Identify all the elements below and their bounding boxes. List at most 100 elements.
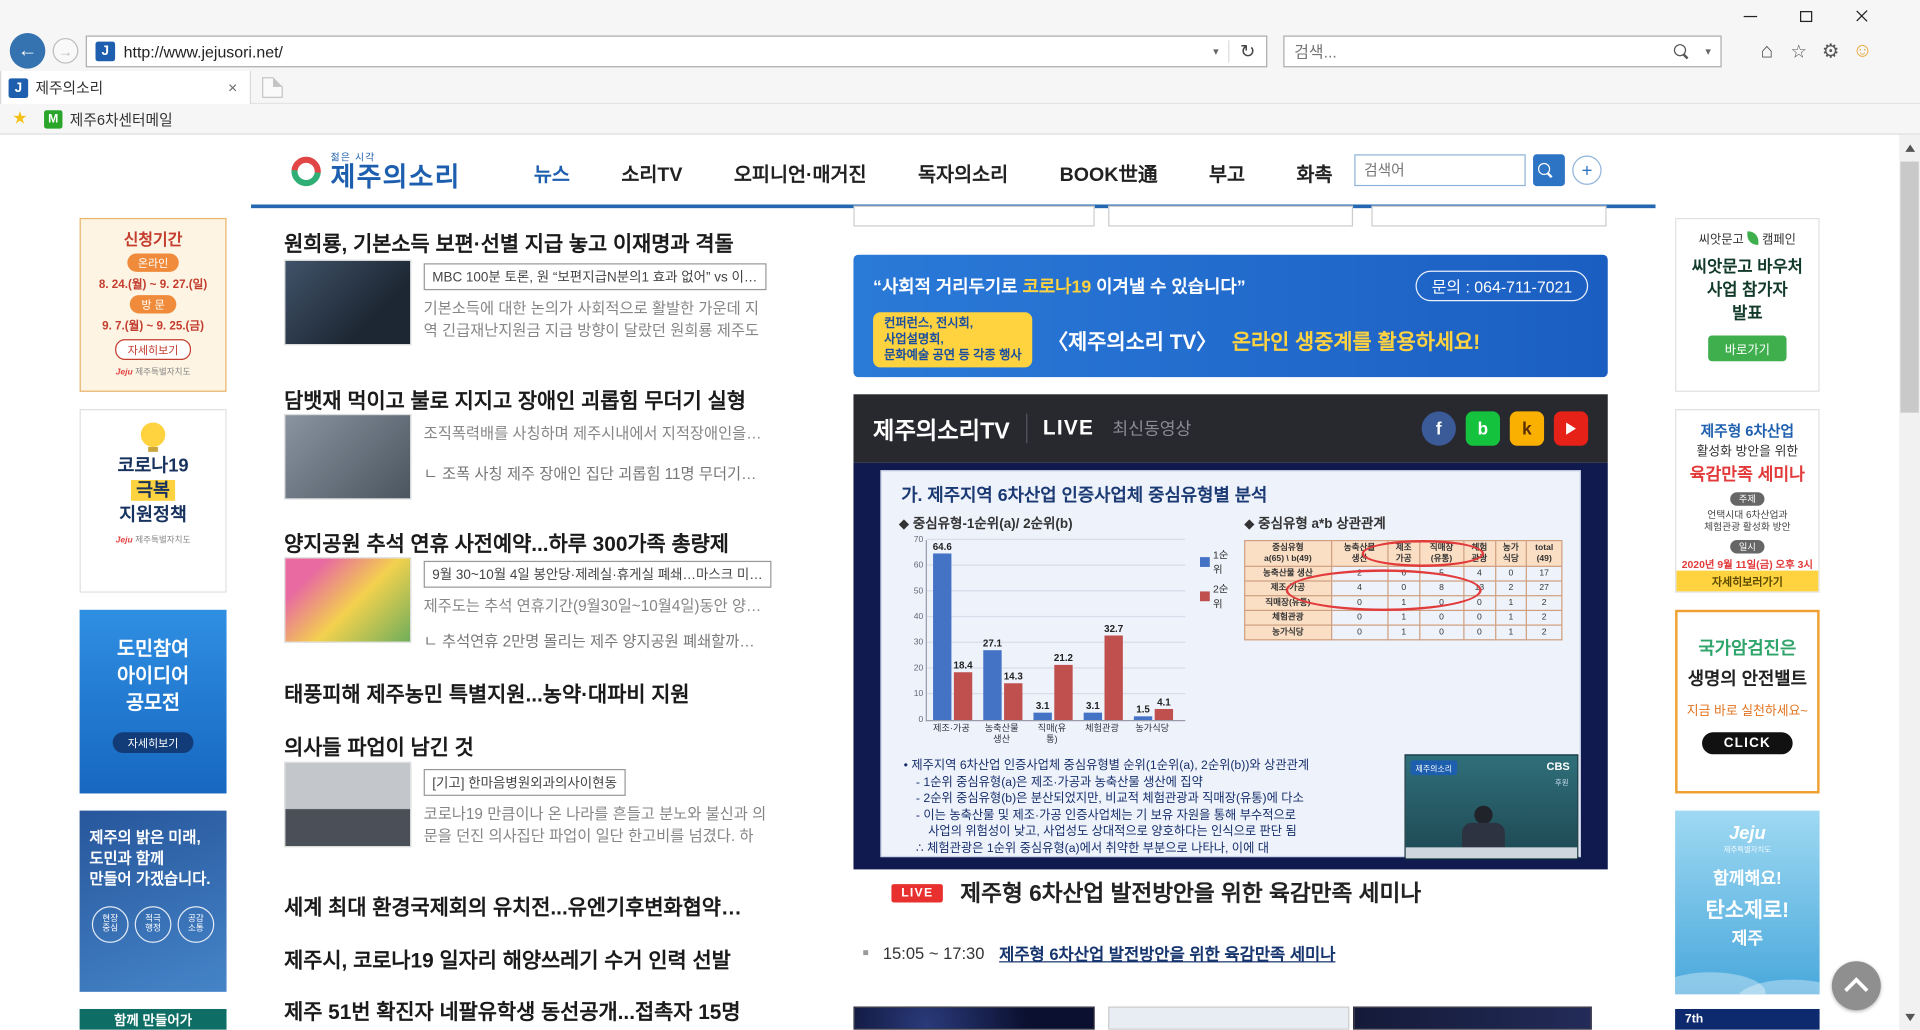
ad-application-period[interactable]: 신청기간 온라인 8. 24.(월) ~ 9. 27.(일) 방 문 9. 7.… xyxy=(80,218,227,392)
search-icon[interactable] xyxy=(1674,43,1690,59)
site-plus-button[interactable]: + xyxy=(1572,156,1601,185)
table-cell: 0 xyxy=(1331,625,1388,640)
site-nav-item-news[interactable]: 뉴스 xyxy=(508,158,595,187)
site-nav-item-readers[interactable]: 독자의소리 xyxy=(892,158,1034,187)
news-thumbnail[interactable] xyxy=(284,260,411,346)
ad-idea-contest[interactable]: 도민참여 아이디어 공모전 자세히보기 xyxy=(80,610,227,794)
news-related-link[interactable]: ㄴ 조폭 사칭 제주 장애인 집단 괴롭힘 11명 무더기… xyxy=(424,460,757,483)
news-headline[interactable]: 원희룡, 기본소득 보편·선별 지급 놓고 이재명과 격돌 xyxy=(284,227,818,258)
band-icon[interactable]: b xyxy=(1466,411,1500,445)
ad-seed-bookstore[interactable]: 씨앗문고 캠페인 씨앗문고 바우처 사업 참가자 발표 바로가기 xyxy=(1675,218,1819,392)
value-badge: 현장 중심 xyxy=(92,906,129,943)
news-headline[interactable]: 세계 최대 환경국제회의 유치전...유엔기후변화협약… xyxy=(284,890,818,921)
news-thumbnail[interactable] xyxy=(284,414,411,500)
jeju-logo: Jeju xyxy=(116,369,133,378)
live-title-row: LIVE 제주형 6차산업 발전방안을 위한 육감만족 세미나 xyxy=(891,877,1421,909)
site-search-input[interactable] xyxy=(1354,154,1525,186)
ad-banner-distancing[interactable]: “사회적 거리두기로 코로나19 이겨낼 수 있습니다” 문의 : 064-71… xyxy=(853,255,1607,377)
maximize-button[interactable] xyxy=(1778,0,1834,32)
news-related-box[interactable]: [기고] 한마음병원외과의사이현동 xyxy=(424,769,626,796)
youtube-icon[interactable] xyxy=(1554,411,1588,445)
news-headline[interactable]: 제주시, 코로나19 일자리 해양쓰레기 수거 인력 선발 xyxy=(284,943,818,974)
close-icon xyxy=(1855,9,1870,24)
feedback-smiley-icon[interactable] xyxy=(1847,36,1879,68)
site-search-button[interactable] xyxy=(1533,154,1565,186)
tab-title: 제주의소리 xyxy=(36,77,216,98)
tv-latest-label[interactable]: 최신동영상 xyxy=(1112,416,1191,440)
news-thumbnail[interactable] xyxy=(284,762,411,848)
url-input[interactable] xyxy=(124,42,1204,60)
video-thumbnail[interactable] xyxy=(1353,1007,1592,1030)
facebook-icon[interactable]: f xyxy=(1422,411,1456,445)
social-icons: f b k xyxy=(1422,411,1589,445)
ad-more-button[interactable]: 자세히보기 xyxy=(115,339,190,360)
site-logo-text: 제주의소리 xyxy=(331,164,461,191)
favorites-star-icon[interactable] xyxy=(12,108,27,129)
tv-brand[interactable]: 제주의소리TV xyxy=(873,412,1010,445)
site-nav-item-opinion[interactable]: 오피니언·매거진 xyxy=(708,158,892,187)
minimize-button[interactable] xyxy=(1722,0,1778,32)
ad-more-button[interactable]: 바로가기 xyxy=(1708,336,1787,362)
news-headline[interactable]: 태풍피해 제주농민 특별지원...농약·대파비 지원 xyxy=(284,677,818,708)
scrollbar-up-arrow[interactable] xyxy=(1899,137,1920,158)
refresh-button[interactable] xyxy=(1229,40,1266,62)
scrollbar-down-arrow[interactable] xyxy=(1899,1007,1920,1028)
bar-value-label: 21.2 xyxy=(1054,653,1073,664)
browser-search-box[interactable] xyxy=(1283,36,1721,68)
video-thumbnail[interactable] xyxy=(1108,1007,1349,1030)
news-related-box[interactable]: MBC 100분 토론, 원 “보편지급N분의1 효과 없어” vs 이… xyxy=(424,263,766,290)
new-tab-button[interactable] xyxy=(262,77,283,98)
address-bar[interactable]: J xyxy=(86,36,1268,68)
browser-search-input[interactable] xyxy=(1284,42,1673,60)
schedule-link[interactable]: 제주형 6차산업 발전방안을 위한 육감만족 세미나 xyxy=(999,940,1335,964)
news-thumbnail[interactable] xyxy=(284,557,411,643)
tab-close-icon[interactable] xyxy=(223,78,243,98)
ad-partial-bottom-right[interactable]: 7th xyxy=(1675,1009,1819,1030)
ad-click-button[interactable]: CLICK xyxy=(1702,732,1793,754)
scroll-to-top-button[interactable] xyxy=(1832,961,1881,1010)
page-scrollbar[interactable] xyxy=(1899,135,1920,1030)
site-nav-item-wedding[interactable]: 화촉 xyxy=(1271,158,1358,187)
video-player[interactable]: 가. 제주지역 6차산업 인증사업체 중심유형별 분석 ◆ 중심유형-1순위(a… xyxy=(853,463,1607,870)
favorites-shortcut-mail[interactable]: M 제주6차센터메일 xyxy=(44,109,173,130)
news-headline[interactable]: 담뱃재 먹이고 불로 지지고 장애인 괴롭힘 무더기 실형 xyxy=(284,383,818,414)
ad-more-button[interactable]: 자세히보러가기 xyxy=(1676,571,1818,592)
ad-partial-bottom-left[interactable]: 함께 만들어가 xyxy=(80,1009,227,1030)
forward-button[interactable]: → xyxy=(53,38,79,64)
ad-corona-support[interactable]: 코로나19 극복 지원정책 Jeju제주특별자치도 xyxy=(80,409,227,593)
site-favicon: J xyxy=(96,42,116,62)
ad-bright-future[interactable]: 제주의 밝은 미래, 도민과 함께 만들어 가겠습니다. 현장 중심 적극 행정… xyxy=(80,811,227,992)
kakao-icon[interactable]: k xyxy=(1510,411,1544,445)
news-headline[interactable]: 제주 51번 확진자 네팔유학생 동선공개...접촉자 15명 xyxy=(284,994,818,1025)
ad-badge: 일시 xyxy=(1730,540,1764,553)
ad-more-button[interactable]: 자세히보기 xyxy=(113,732,193,753)
tv-live-label[interactable]: LIVE xyxy=(1043,416,1094,440)
video-thumbnail[interactable] xyxy=(853,1007,1094,1030)
search-dropdown-icon[interactable] xyxy=(1696,45,1720,58)
news-related-link[interactable]: ㄴ 추석연휴 2만명 몰리는 제주 양지공원 폐쇄할까… xyxy=(424,628,755,651)
scrollbar-thumb[interactable] xyxy=(1900,162,1918,413)
close-button[interactable] xyxy=(1834,0,1890,32)
live-video-title[interactable]: 제주형 6차산업 발전방안을 위한 육감만족 세미나 xyxy=(960,877,1421,909)
news-headline[interactable]: 양지공원 추석 연휴 사전예약...하루 300가족 총량제 xyxy=(284,527,818,558)
back-button[interactable]: ← xyxy=(10,33,46,69)
news-headline[interactable]: 의사들 파업이 남긴 것 xyxy=(284,730,818,761)
tab-jejusori[interactable]: J 제주의소리 xyxy=(0,71,251,104)
site-nav-item-obituary[interactable]: 부고 xyxy=(1183,158,1270,187)
home-icon[interactable] xyxy=(1751,36,1783,68)
table-row: 직매장(유통)010012 xyxy=(1245,596,1562,611)
ad-seminar[interactable]: 제주형 6차산업 활성화 방안을 위한 육감만족 세미나 주제 언택시대 6차산… xyxy=(1675,409,1819,593)
site-logo[interactable]: 젊은 시각 제주의소리 xyxy=(291,151,460,191)
ad-cancer-screening[interactable]: 국가암검진은 생명의 안전밸트 지금 바로 실천하세요~ CLICK xyxy=(1675,610,1819,794)
ad-carbon-zero[interactable]: Jeju 제주특별자치도 함께해요! 탄소제로! 제주 xyxy=(1675,811,1819,995)
table-cell: 13 xyxy=(1464,581,1495,596)
news-item-body: [기고] 한마음병원외과의사이현동 코로나19 만큼이나 온 나라를 흔들고 분… xyxy=(284,762,818,850)
address-dropdown-icon[interactable] xyxy=(1204,45,1228,58)
site-nav-item-soritv[interactable]: 소리TV xyxy=(596,158,709,187)
site-nav-item-book[interactable]: BOOK世通 xyxy=(1034,158,1183,187)
favorites-icon[interactable] xyxy=(1783,36,1815,68)
settings-gear-icon[interactable] xyxy=(1815,36,1847,68)
tab-favicon: J xyxy=(9,78,29,98)
news-related-box[interactable]: 9월 30~10월 4일 봉안당·제례실·휴게실 폐쇄…마스크 미… xyxy=(424,561,772,588)
table-col-header: 체험 관광 xyxy=(1464,541,1495,567)
